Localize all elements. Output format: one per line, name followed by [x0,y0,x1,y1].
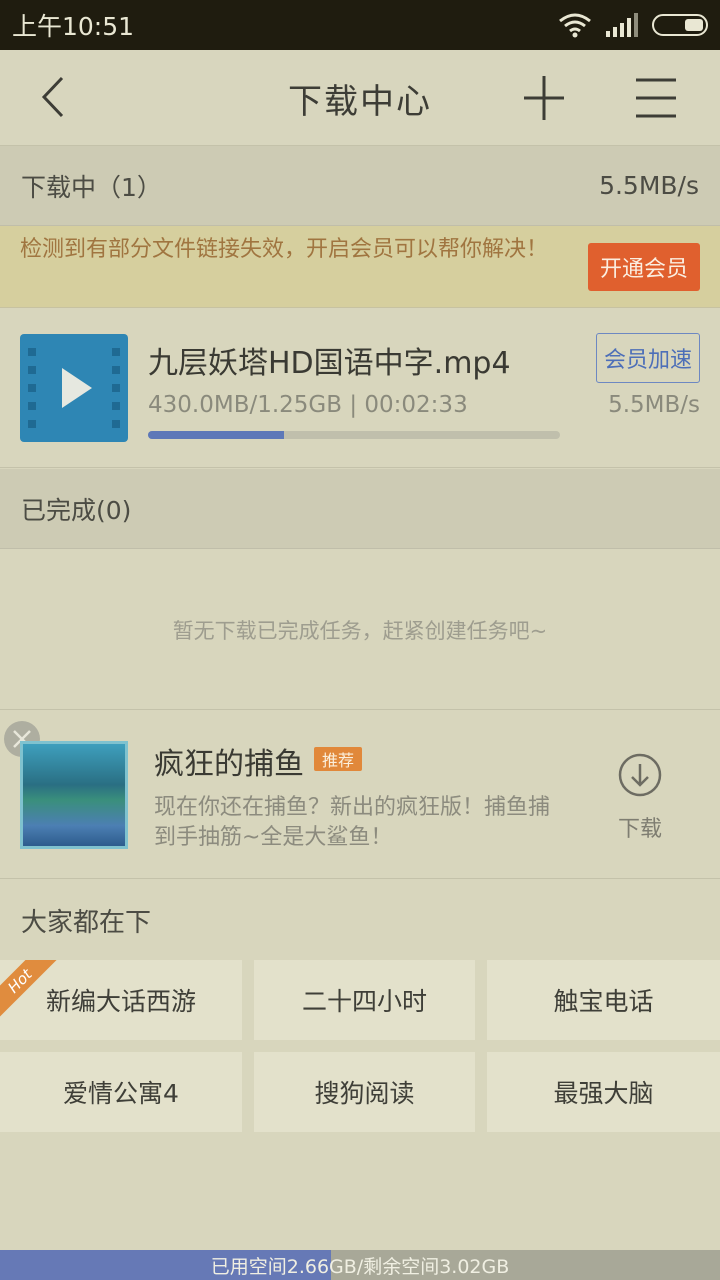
completed-header: 已完成(0) [0,469,720,549]
status-icons [558,12,708,38]
notice-text: 检测到有部分文件链接失效，开启会员可以帮你解决！ [20,237,549,262]
popular-item[interactable]: 爱情公寓4 [0,1052,242,1132]
ad-title: 疯狂的捕鱼 [154,747,304,782]
recommend-badge: 推荐 [314,747,363,771]
popular-header: 大家都在下 [0,880,720,960]
completed-label: 已完成(0) [21,495,132,525]
menu-icon[interactable] [632,76,680,120]
downloading-header: 下载中（1） 5.5MB/s [0,146,720,226]
download-label: 下载 [617,817,662,842]
ad-description: 现在你还在捕鱼？新出的疯狂版！捕鱼捕到手抽筋~全是大鲨鱼！ [154,795,551,850]
add-task-icon[interactable] [520,74,568,122]
video-file-icon [20,334,128,442]
open-vip-button[interactable]: 开通会员 [588,243,700,291]
empty-completed-message: 暂无下载已完成任务，赶紧创建任务吧~ [0,550,720,710]
popular-item[interactable]: 最强大脑 [487,1052,720,1132]
ad-card[interactable]: 疯狂的捕鱼 推荐 现在你还在捕鱼？新出的疯狂版！捕鱼捕到手抽筋~全是大鲨鱼！ 下… [0,711,720,879]
download-icon [618,753,662,797]
task-progress-fill [148,431,284,439]
task-progress-text: 430.0MB/1.25GB | 00:02:33 [148,392,468,418]
battery-icon [652,14,708,36]
task-speed: 5.5MB/s [608,392,700,418]
popular-item[interactable]: 二十四小时 [254,960,475,1040]
downloading-label: 下载中（1） [21,172,162,202]
hot-badge: Hot [0,960,60,1020]
storage-label: 已用空间2.66GB/剩余空间3.02GB [210,1255,510,1278]
download-task[interactable]: 九层妖塔HD国语中字.mp4 430.0MB/1.25GB | 00:02:33… [0,308,720,468]
hot-badge-label: Hot [0,960,60,1020]
page-title: 下载中心 [288,82,432,122]
signal-icon [606,13,638,37]
title-bar: 下载中心 [0,50,720,146]
ad-download-button[interactable]: 下载 [612,751,668,843]
task-file-name: 九层妖塔HD国语中字.mp4 [148,346,511,381]
vip-notice: 检测到有部分文件链接失效，开启会员可以帮你解决！ 开通会员 [0,226,720,308]
wifi-icon [559,13,591,38]
popular-item[interactable]: 搜狗阅读 [254,1052,475,1132]
total-speed: 5.5MB/s [599,171,699,200]
game-thumbnail [20,741,128,849]
status-time: 上午10:51 [12,12,135,41]
storage-bar: 已用空间2.66GB/剩余空间3.02GB [0,1250,720,1280]
popular-item[interactable]: 触宝电话 [487,960,720,1040]
status-bar: 上午10:51 [0,0,720,50]
task-progress-bar [148,431,560,439]
vip-accelerate-button[interactable]: 会员加速 [596,333,700,383]
